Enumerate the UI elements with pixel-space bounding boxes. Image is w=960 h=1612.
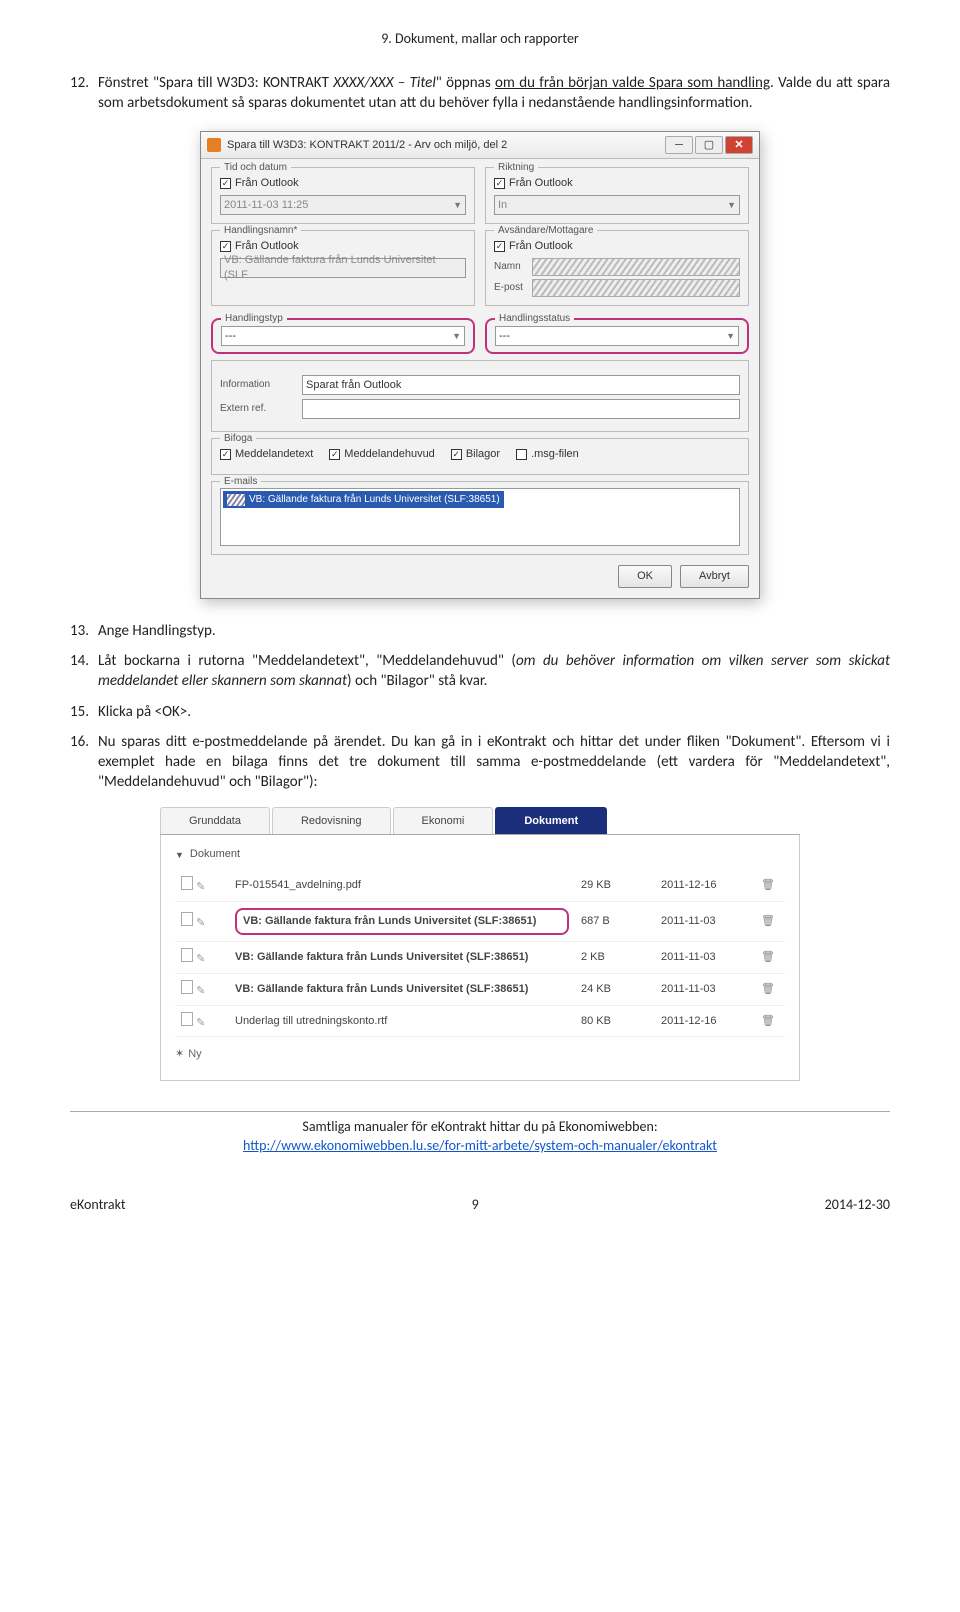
checkbox-fran-outlook[interactable]: ✓Från Outlook: [220, 176, 466, 191]
group-handlingstyp: Handlingstyp ---▼: [211, 318, 475, 354]
dialog-titlebar: Spara till W3D3: KONTRAKT 2011/2 - Arv o…: [201, 132, 759, 159]
tab-grunddata[interactable]: Grunddata: [160, 807, 270, 835]
minimize-button[interactable]: ─: [665, 136, 693, 154]
select-riktning[interactable]: In▼: [494, 195, 740, 215]
checkbox-fran-outlook[interactable]: ✓Från Outlook: [494, 176, 740, 191]
table-row[interactable]: ✎VB: Gällande faktura från Lunds Univers…: [175, 941, 785, 973]
input-handlingsnamn[interactable]: VB: Gällande faktura från Lunds Universi…: [220, 258, 466, 278]
chevron-down-icon: ▼: [175, 849, 184, 861]
list-item-13: 13. Ange Handlingstyp.: [70, 621, 890, 641]
input-epost[interactable]: [532, 279, 740, 297]
group-riktning: Riktning ✓Från Outlook In▼: [485, 167, 749, 224]
input-information[interactable]: Sparat från Outlook: [302, 375, 740, 395]
file-icon: [181, 912, 193, 926]
tabs-screenshot: Grunddata Redovisning Ekonomi Dokument ▼…: [160, 807, 800, 1082]
file-icon: [181, 876, 193, 890]
input-namn[interactable]: [532, 258, 740, 276]
delete-icon[interactable]: 🗑: [761, 879, 775, 891]
group-handlingsstatus: Handlingsstatus ---▼: [485, 318, 749, 354]
edit-icon: ✎: [196, 984, 205, 999]
avbryt-button[interactable]: Avbryt: [680, 565, 749, 588]
table-row[interactable]: ✎FP-015541_avdelning.pdf29 KB2011-12-16🗑: [175, 870, 785, 901]
highlighted-row: VB: Gällande faktura från Lunds Universi…: [235, 908, 569, 935]
select-handlingsstatus[interactable]: ---▼: [495, 326, 739, 346]
dialog-screenshot: Spara till W3D3: KONTRAKT 2011/2 - Arv o…: [200, 131, 760, 598]
group-handlingsnamn: Handlingsnamn* ✓Från Outlook VB: Gälland…: [211, 230, 475, 306]
input-datum[interactable]: 2011-11-03 11:25▼: [220, 195, 466, 215]
file-icon: [181, 1012, 193, 1026]
file-icon: [181, 948, 193, 962]
edit-icon: ✎: [196, 1016, 205, 1031]
checkbox-bilagor[interactable]: ✓Bilagor: [451, 447, 500, 462]
footer-left: eKontrakt: [70, 1196, 126, 1215]
close-button[interactable]: ✕: [725, 136, 753, 154]
group-tid-och-datum: Tid och datum ✓Från Outlook 2011-11-03 1…: [211, 167, 475, 224]
checkbox-meddelandetext[interactable]: ✓Meddelandetext: [220, 447, 313, 462]
footer-page-number: 9: [472, 1196, 479, 1215]
input-extern-ref[interactable]: [302, 399, 740, 419]
checkbox-meddelandehuvud[interactable]: ✓Meddelandehuvud: [329, 447, 435, 462]
tab-ekonomi[interactable]: Ekonomi: [393, 807, 494, 835]
edit-icon: ✎: [196, 952, 205, 967]
file-icon: [181, 980, 193, 994]
email-listbox[interactable]: VB: Gällande faktura från Lunds Universi…: [220, 488, 740, 546]
checkbox-fran-outlook[interactable]: ✓Från Outlook: [494, 239, 740, 254]
delete-icon[interactable]: 🗑: [761, 983, 775, 995]
section-header: 9. Dokument, mallar och rapporter: [70, 30, 890, 49]
group-emails: E-mails VB: Gällande faktura från Lunds …: [211, 481, 749, 555]
email-selected-item[interactable]: VB: Gällande faktura från Lunds Universi…: [223, 491, 504, 509]
list-item-15: 15. Klicka på <OK>.: [70, 702, 890, 722]
group-bifoga: Bifoga ✓Meddelandetext ✓Meddelandehuvud …: [211, 438, 749, 475]
item-number: 12.: [70, 73, 98, 114]
footer-link[interactable]: http://www.ekonomiwebben.lu.se/for-mitt-…: [243, 1137, 717, 1154]
item-text: Fönstret "Spara till W3D3: KONTRAKT XXXX…: [98, 73, 890, 114]
page-footer: eKontrakt 9 2014-12-30: [70, 1196, 890, 1215]
footer-date: 2014-12-30: [825, 1196, 890, 1215]
checkbox-fran-outlook[interactable]: ✓Från Outlook: [220, 239, 466, 254]
new-document-link[interactable]: ✶ Ny: [175, 1047, 785, 1062]
delete-icon[interactable]: 🗑: [761, 951, 775, 963]
dialog-title: Spara till W3D3: KONTRAKT 2011/2 - Arv o…: [227, 138, 507, 153]
footer-links: Samtliga manualer för eKontrakt hittar d…: [70, 1111, 890, 1156]
tab-dokument[interactable]: Dokument: [495, 807, 607, 835]
edit-icon: ✎: [196, 880, 205, 895]
section-heading-dokument[interactable]: ▼ Dokument: [175, 847, 785, 862]
document-table: ✎FP-015541_avdelning.pdf29 KB2011-12-16🗑…: [175, 870, 785, 1037]
table-row[interactable]: ✎ VB: Gällande faktura från Lunds Univers…: [175, 902, 785, 942]
tab-redovisning[interactable]: Redovisning: [272, 807, 391, 835]
group-info: Information Sparat från Outlook Extern r…: [211, 360, 749, 432]
list-item-14: 14. Låt bockarna i rutorna "Meddelandete…: [70, 651, 890, 692]
group-avsandare: Avsändare/Mottagare ✓Från Outlook Namn E…: [485, 230, 749, 306]
select-handlingstyp[interactable]: ---▼: [221, 326, 465, 346]
table-row[interactable]: ✎Underlag till utredningskonto.rtf80 KB2…: [175, 1005, 785, 1037]
checkbox-msg-filen[interactable]: .msg-filen: [516, 447, 579, 462]
ok-button[interactable]: OK: [618, 565, 672, 588]
delete-icon[interactable]: 🗑: [761, 1015, 775, 1027]
edit-icon: ✎: [196, 916, 205, 931]
app-icon: [207, 138, 221, 152]
table-row[interactable]: ✎VB: Gällande faktura från Lunds Univers…: [175, 973, 785, 1005]
list-item-12: 12. Fönstret "Spara till W3D3: KONTRAKT …: [70, 73, 890, 114]
hatched-icon: [227, 494, 245, 506]
plus-icon: ✶: [175, 1047, 184, 1062]
list-item-16: 16. Nu sparas ditt e-postmeddelande på ä…: [70, 732, 890, 793]
highlighted-group-row: Handlingstyp ---▼ Handlingsstatus ---▼: [211, 318, 749, 354]
delete-icon[interactable]: 🗑: [761, 915, 775, 927]
maximize-button[interactable]: ▢: [695, 136, 723, 154]
